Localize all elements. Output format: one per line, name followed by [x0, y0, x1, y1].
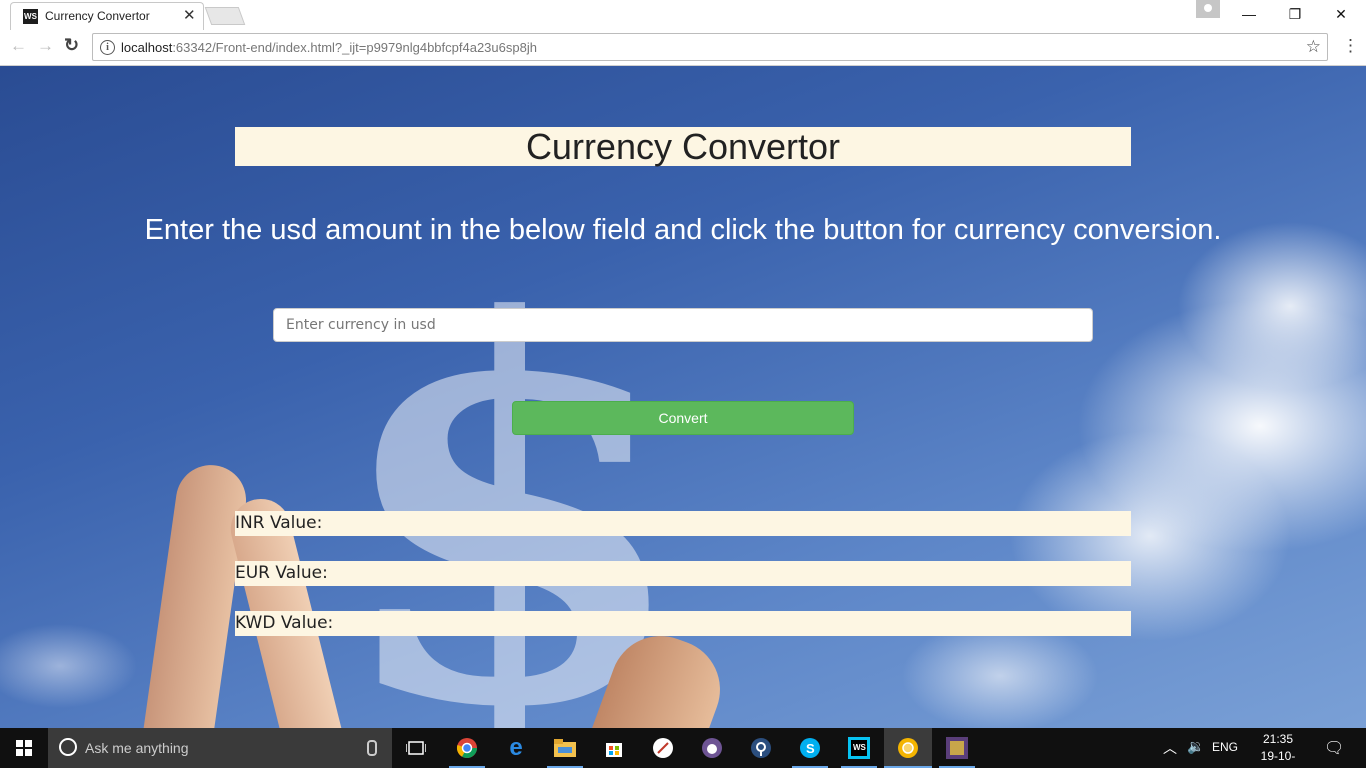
clock-time: 21:35	[1262, 732, 1294, 746]
kwd-value-row: KWD Value:	[235, 611, 1131, 636]
task-view-icon[interactable]	[402, 734, 430, 762]
sourcetree-icon[interactable]	[747, 734, 775, 762]
chevron-up-icon[interactable]: ︿	[1163, 738, 1177, 758]
notification-icon[interactable]: 🗨	[1324, 738, 1344, 758]
page-background: $ Currency Convertor Enter the usd amoun…	[0, 66, 1366, 728]
browser-tab-strip: WS Currency Convertor ✕ — ❐ ✕	[0, 0, 1366, 30]
star-icon[interactable]: ☆	[1306, 37, 1321, 57]
clock[interactable]: 21:35 19-10-2016	[1248, 731, 1308, 782]
github-desktop-icon[interactable]	[698, 734, 726, 762]
page-title: Currency Convertor	[235, 127, 1131, 166]
webstorm-icon[interactable]: WS	[845, 734, 873, 762]
language-indicator[interactable]: ENG	[1212, 740, 1238, 754]
close-window-button[interactable]: ✕	[1318, 2, 1364, 26]
instruction-text: Enter the usd amount in the below field …	[144, 214, 1222, 246]
file-explorer-icon[interactable]	[551, 734, 579, 762]
speaker-icon[interactable]: 🔉	[1187, 738, 1204, 755]
forward-arrow-icon[interactable]: →	[37, 36, 54, 56]
browser-tab-currency-convertor[interactable]: WS Currency Convertor ✕	[10, 2, 204, 30]
webstorm-favicon-icon: WS	[23, 9, 38, 24]
reload-icon[interactable]: ↻	[64, 35, 79, 56]
svg-text:S: S	[806, 741, 815, 756]
skype-icon[interactable]: S	[796, 734, 824, 762]
taskbar: Ask me anything e S WS ︿ 🔉 ENG 21:35 19-…	[0, 728, 1366, 780]
cortana-icon	[59, 738, 77, 756]
microphone-icon[interactable]	[367, 740, 377, 756]
eur-value-row: EUR Value:	[235, 561, 1131, 586]
url-host: localhost	[121, 40, 173, 55]
game-app-icon[interactable]	[943, 734, 971, 762]
tab-title: Currency Convertor	[45, 9, 150, 23]
start-button[interactable]	[0, 728, 48, 768]
usd-amount-input[interactable]	[273, 308, 1093, 342]
windows-logo-icon	[16, 740, 32, 756]
url-text[interactable]: localhost:63342/Front-end/index.html?_ij…	[121, 40, 537, 55]
new-tab-button[interactable]	[204, 7, 246, 25]
minimize-button[interactable]: —	[1226, 2, 1272, 26]
info-icon[interactable]: i	[100, 40, 115, 55]
url-path: :63342/Front-end/index.html?_ijt=p9979nl…	[172, 40, 537, 55]
cortana-search-box[interactable]: Ask me anything	[48, 728, 392, 768]
inr-value-row: INR Value:	[235, 511, 1131, 536]
address-bar[interactable]: i localhost:63342/Front-end/index.html?_…	[92, 33, 1328, 61]
menu-dots-icon[interactable]: ⋮	[1342, 36, 1359, 56]
browser-toolbar: ← → ↻ i localhost:63342/Front-end/index.…	[0, 30, 1366, 66]
search-placeholder: Ask me anything	[85, 740, 189, 756]
chrome-canary-icon[interactable]	[894, 734, 922, 762]
svg-text:WS: WS	[853, 743, 867, 752]
hand-image	[139, 460, 251, 728]
compass-app-icon[interactable]	[649, 734, 677, 762]
clock-date: 19-10-2016	[1260, 749, 1296, 780]
chrome-icon[interactable]	[453, 734, 481, 762]
profile-icon[interactable]	[1196, 0, 1220, 18]
edge-icon[interactable]: e	[502, 734, 530, 762]
convert-button[interactable]: Convert	[512, 401, 854, 435]
back-arrow-icon[interactable]: ←	[10, 36, 27, 56]
tab-close-icon[interactable]: ✕	[183, 6, 196, 24]
store-icon[interactable]	[600, 734, 628, 762]
restore-button[interactable]: ❐	[1272, 2, 1318, 26]
